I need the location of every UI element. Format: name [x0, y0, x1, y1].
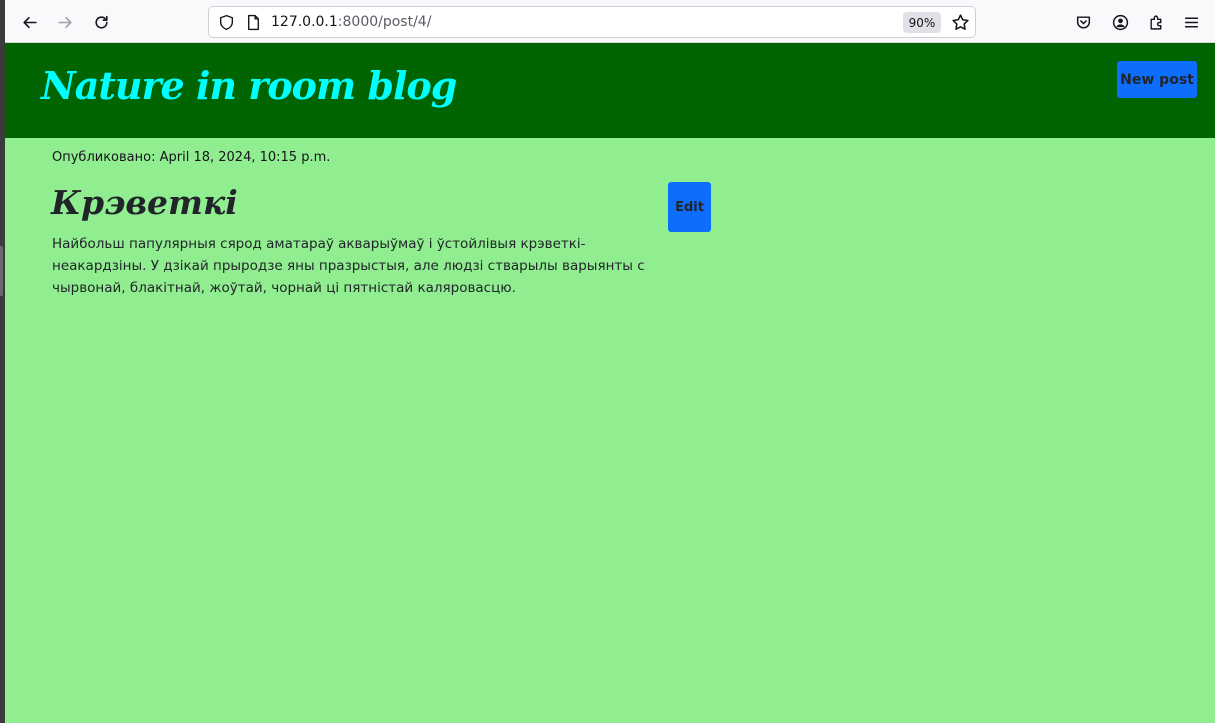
browser-window: 127.0.0.1:8000/post/4/ 90% Nature in roo… [5, 0, 1215, 723]
account-button[interactable] [1105, 7, 1135, 37]
site-title[interactable]: Nature in room blog [41, 63, 457, 108]
post-body: Найбольш папулярныя сярод аматараў аквар… [52, 236, 645, 296]
page-content: Nature in room blog New post Опубликован… [5, 43, 1215, 723]
reload-button[interactable] [86, 7, 116, 37]
page-icon[interactable] [246, 14, 261, 31]
extensions-button[interactable] [1141, 7, 1171, 37]
zoom-level-button[interactable]: 90% [903, 12, 941, 33]
post-title: Крэветкі [51, 183, 238, 222]
forward-button[interactable] [50, 7, 80, 37]
puzzle-icon [1149, 15, 1161, 30]
pocket-button[interactable] [1068, 7, 1098, 37]
url-path: :8000/post/4/ [337, 14, 432, 30]
back-button[interactable] [14, 7, 44, 37]
new-post-button[interactable]: New post [1117, 61, 1197, 98]
published-date: Опубликовано: April 18, 2024, 10:15 p.m. [52, 150, 331, 165]
edit-button[interactable]: Edit [668, 182, 711, 232]
account-icon [1112, 14, 1128, 30]
bookmark-star-icon[interactable] [951, 13, 970, 32]
url-text[interactable]: 127.0.0.1:8000/post/4/ [271, 14, 431, 30]
browser-toolbar: 127.0.0.1:8000/post/4/ 90% [5, 0, 1215, 43]
arrow-right-icon [57, 16, 72, 28]
dock-indicator [0, 246, 3, 296]
hamburger-menu-icon [1184, 17, 1198, 27]
pocket-icon [1076, 15, 1090, 29]
url-bar[interactable]: 127.0.0.1:8000/post/4/ 90% [208, 6, 976, 38]
site-header: Nature in room blog New post [5, 43, 1215, 138]
menu-button[interactable] [1176, 7, 1206, 37]
url-host: 127.0.0.1 [271, 14, 338, 30]
reload-icon [94, 15, 108, 29]
shield-icon[interactable] [218, 14, 235, 31]
arrow-left-icon [22, 16, 37, 28]
